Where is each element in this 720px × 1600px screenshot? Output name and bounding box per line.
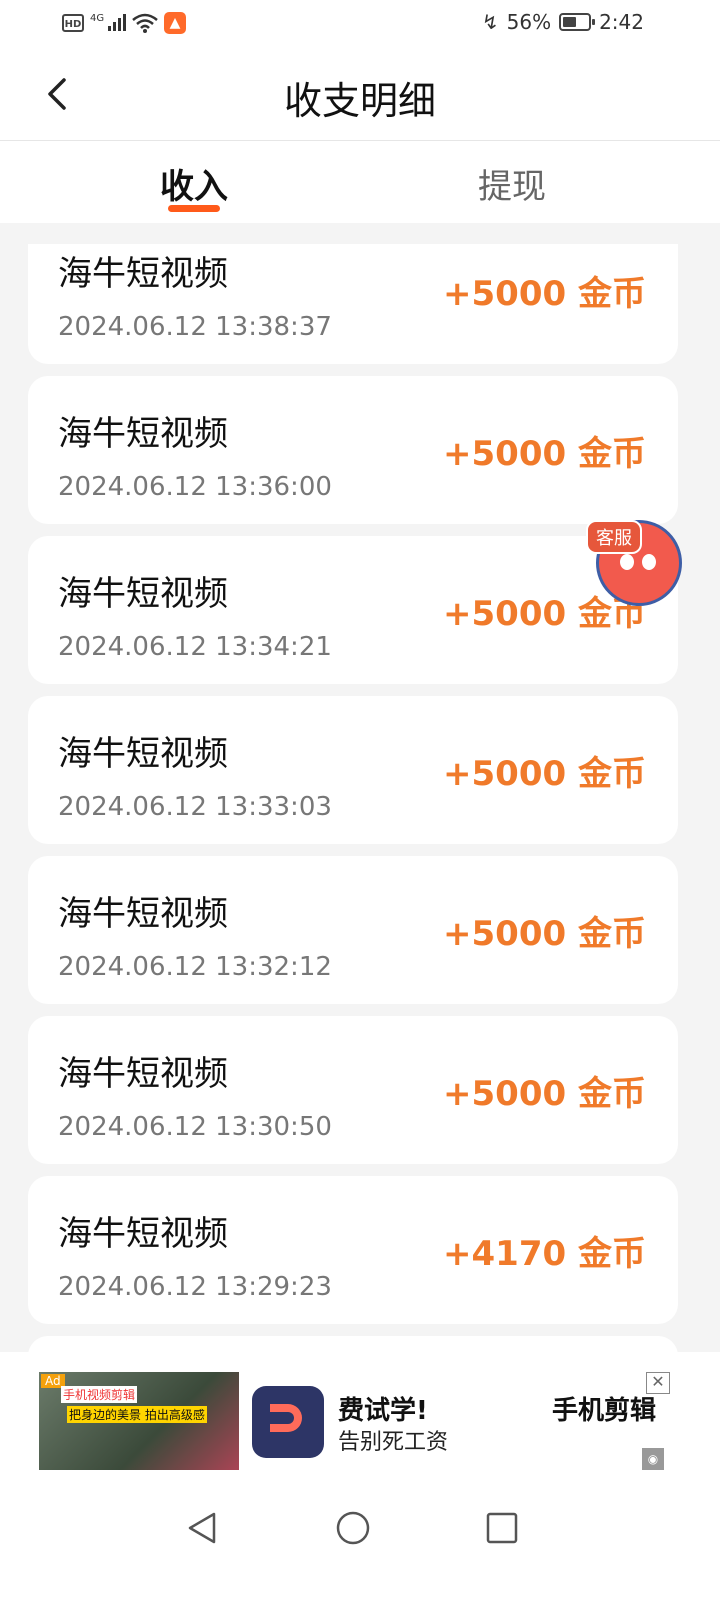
income-list[interactable]: 海牛短视频 2024.06.12 13:38:37 +5000 金币 海牛短视频… <box>0 244 720 1352</box>
cellular-signal-icon: 4G <box>90 13 126 33</box>
bluetooth-icon: ↯ <box>481 10 499 34</box>
active-tab-indicator <box>168 205 220 212</box>
record-source: 海牛短视频 <box>58 574 228 614</box>
ad-subtitle: 告别死工资 <box>338 1430 449 1455</box>
battery-percent: 56% <box>506 10 552 34</box>
record-time: 2024.06.12 13:38:37 <box>58 312 332 342</box>
close-icon[interactable]: ✕ <box>646 1372 670 1394</box>
list-item[interactable]: 海牛短视频 2024.06.12 13:33:03 +5000 金币 <box>28 696 678 844</box>
ad-right-text: 手机剪辑 <box>552 1396 656 1426</box>
record-amount: +5000 金币 <box>443 274 646 314</box>
record-amount: +5000 金币 <box>443 914 646 954</box>
record-source: 海牛短视频 <box>58 894 228 934</box>
record-time: 2024.06.12 13:33:03 <box>58 792 332 822</box>
list-item[interactable]: 海牛短视频 2024.06.12 13:34:21 +5000 金币 <box>28 536 678 684</box>
list-item[interactable]: 海牛短视频 2024.06.12 13:29:23 +4170 金币 <box>28 1176 678 1324</box>
wifi-icon <box>132 13 158 33</box>
list-item[interactable]: 海牛短视频 2024.06.12 13:36:00 +5000 金币 <box>28 376 678 524</box>
list-item-partial[interactable] <box>28 1336 678 1352</box>
ad-image-caption-1: 手机视频剪辑 <box>61 1386 138 1403</box>
record-source: 海牛短视频 <box>58 414 228 454</box>
page-title: 收支明细 <box>283 79 436 123</box>
record-time: 2024.06.12 13:30:50 <box>58 1112 332 1142</box>
status-left: HD 4G ▲ <box>62 12 186 34</box>
ad-banner[interactable]: Ad 手机视频剪辑 把身边的美景 拍出高级感 费试学! 告别死工资 手机剪辑 ✕… <box>0 1352 720 1474</box>
nav-home-icon[interactable] <box>335 1510 371 1546</box>
record-source: 海牛短视频 <box>58 254 228 294</box>
tab-income[interactable]: 收入 <box>160 159 228 208</box>
record-time: 2024.06.12 13:34:21 <box>58 632 332 662</box>
record-source: 海牛短视频 <box>58 734 228 774</box>
list-item[interactable]: 海牛短视频 2024.06.12 13:30:50 +5000 金币 <box>28 1016 678 1164</box>
record-source: 海牛短视频 <box>58 1214 228 1254</box>
record-time: 2024.06.12 13:36:00 <box>58 472 332 502</box>
status-right: ↯ 56% 2:42 <box>482 10 644 34</box>
record-amount: +5000 金币 <box>443 1074 646 1114</box>
record-amount: +5000 金币 <box>443 434 646 474</box>
record-source: 海牛短视频 <box>58 1054 228 1094</box>
list-item[interactable]: 海牛短视频 2024.06.12 13:38:37 +5000 金币 <box>28 244 678 364</box>
battery-icon <box>559 13 596 31</box>
nav-back-icon[interactable] <box>184 1510 220 1546</box>
record-time: 2024.06.12 13:32:12 <box>58 952 332 982</box>
status-bar: HD 4G ▲ ↯ 56% 2:42 <box>0 0 720 48</box>
customer-service-label: 客服 <box>586 520 642 554</box>
ad-image-caption-2: 把身边的美景 拍出高级感 <box>67 1406 207 1423</box>
ad-app-icon[interactable] <box>252 1386 324 1458</box>
list-item[interactable]: 海牛短视频 2024.06.12 13:32:12 +5000 金币 <box>28 856 678 1004</box>
app-header: 收支明细 <box>0 48 720 141</box>
nav-recents-icon[interactable] <box>484 1510 520 1546</box>
ad-logo-icon: ◉ <box>642 1448 664 1470</box>
system-nav-bar <box>0 1474 720 1600</box>
record-amount: +5000 金币 <box>443 754 646 794</box>
ad-title[interactable]: 费试学! <box>338 1390 428 1427</box>
fire-app-icon: ▲ <box>164 12 186 34</box>
customer-service-button[interactable]: 客服 <box>586 516 688 608</box>
record-time: 2024.06.12 13:29:23 <box>58 1272 332 1302</box>
network-type: 4G <box>90 13 105 24</box>
tab-withdraw[interactable]: 提现 <box>478 159 546 208</box>
clock: 2:42 <box>599 10 644 34</box>
hd-icon: HD <box>62 14 84 32</box>
tab-bar: 收入 提现 <box>0 141 720 223</box>
ad-image[interactable]: Ad 手机视频剪辑 把身边的美景 拍出高级感 <box>39 1372 239 1470</box>
record-amount: +4170 金币 <box>443 1234 646 1274</box>
